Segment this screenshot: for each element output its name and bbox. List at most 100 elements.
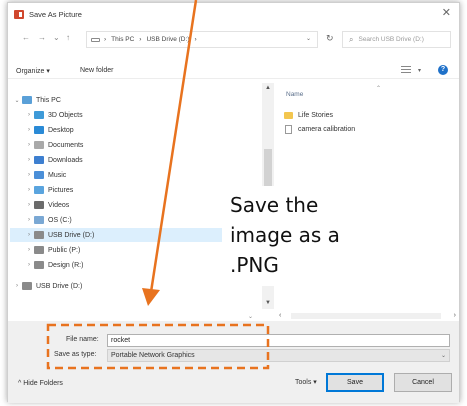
sidebar-item-label: Downloads bbox=[48, 156, 83, 164]
sidebar-item-3d-objects[interactable]: › 3D Objects bbox=[10, 108, 260, 122]
sort-arrow-icon: ⌃ bbox=[376, 86, 382, 92]
breadcrumb-usb-drive[interactable]: USB Drive (D:) bbox=[146, 36, 189, 43]
chevron-right-icon[interactable]: › bbox=[24, 157, 34, 163]
sidebar-item-label: Music bbox=[48, 171, 67, 179]
search-placeholder: Search USB Drive (D:) bbox=[358, 36, 424, 43]
breadcrumb-this-pc[interactable]: This PC bbox=[111, 36, 134, 43]
usb-drive-icon bbox=[34, 231, 44, 239]
network-drive-icon bbox=[34, 261, 44, 269]
chevron-right-icon[interactable]: › bbox=[24, 202, 34, 208]
chevron-down-icon[interactable]: ⌄ bbox=[12, 97, 22, 104]
chevron-right-icon[interactable]: › bbox=[24, 172, 34, 178]
sidebar-item-label: 3D Objects bbox=[48, 111, 83, 119]
sidebar-item-label: USB Drive (D:) bbox=[48, 231, 95, 239]
breadcrumb-sep: › bbox=[194, 36, 197, 43]
address-bar[interactable]: › This PC › USB Drive (D:) › ⌄ bbox=[86, 31, 318, 48]
folder-icon bbox=[284, 111, 293, 119]
sidebar-item-downloads[interactable]: › Downloads bbox=[10, 153, 260, 167]
cube-icon bbox=[34, 111, 44, 119]
save-as-type-value: Portable Network Graphics bbox=[111, 352, 195, 359]
breadcrumb-sep: › bbox=[104, 36, 107, 43]
view-options-icon[interactable] bbox=[401, 66, 411, 74]
up-arrow-icon[interactable]: ↑ bbox=[66, 33, 70, 42]
tools-menu-button[interactable]: Tools ▾ bbox=[295, 378, 317, 386]
command-toolbar: Organize ▾ New folder ▾ ? bbox=[8, 63, 459, 79]
dialog-footer: ^ Hide Folders Tools ▾ Save Cancel bbox=[8, 365, 459, 403]
music-icon bbox=[34, 171, 44, 179]
download-icon bbox=[34, 156, 44, 164]
sidebar-item-label: OS (C:) bbox=[48, 216, 72, 224]
chevron-right-icon[interactable]: › bbox=[24, 142, 34, 148]
scroll-right-icon[interactable]: › bbox=[454, 312, 456, 319]
file-label: Life Stories bbox=[298, 111, 334, 119]
chevron-right-icon[interactable]: › bbox=[24, 262, 34, 268]
pane-toggle-icon[interactable]: ⌄ bbox=[248, 313, 253, 320]
sidebar-item-label: Documents bbox=[48, 141, 84, 149]
scroll-left-icon[interactable]: ‹ bbox=[279, 312, 281, 319]
video-icon bbox=[34, 201, 44, 209]
address-row: ← → ⌄ ↑ › This PC › USB Drive (D:) › ⌄ ↻… bbox=[8, 31, 459, 49]
forward-arrow-icon[interactable]: → bbox=[38, 33, 46, 42]
title-bar: Save As Picture ✕ bbox=[8, 3, 459, 25]
computer-icon bbox=[22, 96, 32, 104]
save-as-type-select[interactable]: Portable Network Graphics ⌄ bbox=[107, 349, 450, 362]
save-as-type-label: Save as type: bbox=[54, 351, 97, 358]
sidebar-item-label: Videos bbox=[48, 201, 70, 209]
pictures-icon bbox=[34, 186, 44, 194]
search-input[interactable]: ⌕ Search USB Drive (D:) bbox=[342, 31, 451, 48]
organize-menu-button[interactable]: Organize ▾ bbox=[16, 67, 50, 75]
window-title: Save As Picture bbox=[29, 9, 82, 19]
hide-folders-button[interactable]: ^ Hide Folders bbox=[18, 380, 63, 387]
help-icon[interactable]: ? bbox=[438, 65, 448, 75]
chevron-right-icon[interactable]: › bbox=[24, 217, 34, 223]
usb-drive-icon bbox=[22, 282, 32, 290]
chevron-right-icon[interactable]: › bbox=[12, 283, 22, 289]
list-item-file[interactable]: camera calibration bbox=[284, 123, 355, 135]
sidebar-item-label: Public (P:) bbox=[48, 246, 81, 254]
document-icon bbox=[34, 141, 44, 149]
powerpoint-app-icon bbox=[14, 9, 24, 19]
sidebar-item-label: Pictures bbox=[48, 186, 74, 194]
file-icon bbox=[285, 124, 292, 134]
sidebar-item-desktop[interactable]: › Desktop bbox=[10, 123, 260, 137]
view-dropdown-icon[interactable]: ▾ bbox=[418, 67, 421, 74]
sidebar-item-documents[interactable]: › Documents bbox=[10, 138, 260, 152]
save-button[interactable]: Save bbox=[326, 373, 384, 392]
file-name-input[interactable]: rocket bbox=[107, 334, 450, 347]
drive-icon bbox=[34, 216, 44, 224]
sidebar-item-music[interactable]: › Music bbox=[10, 168, 260, 182]
chevron-down-icon[interactable]: ⌄ bbox=[306, 35, 311, 42]
chevron-right-icon[interactable]: › bbox=[24, 232, 34, 238]
chevron-right-icon[interactable]: › bbox=[24, 127, 34, 133]
sidebar-item-label: USB Drive (D:) bbox=[36, 282, 83, 290]
cancel-button[interactable]: Cancel bbox=[394, 373, 452, 392]
refresh-icon[interactable]: ↻ bbox=[326, 33, 334, 44]
close-icon[interactable]: ✕ bbox=[442, 7, 451, 19]
chevron-right-icon[interactable]: › bbox=[24, 112, 34, 118]
horizontal-scroll-track[interactable] bbox=[291, 313, 441, 319]
scroll-up-icon[interactable]: ▲ bbox=[265, 85, 271, 91]
breadcrumb-sep: › bbox=[139, 36, 142, 43]
scroll-down-icon[interactable]: ▼ bbox=[265, 300, 271, 306]
drive-icon bbox=[91, 37, 100, 42]
sidebar-item-label: This PC bbox=[36, 96, 61, 104]
sidebar-item-label: Design (R:) bbox=[48, 261, 84, 269]
back-arrow-icon[interactable]: ← bbox=[22, 33, 30, 42]
list-item-folder[interactable]: Life Stories bbox=[284, 109, 333, 121]
chevron-down-icon: ⌄ bbox=[440, 353, 446, 359]
file-name-label: File name: bbox=[66, 336, 99, 343]
desktop-icon bbox=[34, 126, 44, 134]
search-icon: ⌕ bbox=[349, 34, 354, 44]
save-fields-area: File name: rocket Save as type: Portable… bbox=[8, 321, 459, 365]
file-label: camera calibration bbox=[298, 125, 356, 133]
file-name-value: rocket bbox=[111, 337, 131, 344]
new-folder-button[interactable]: New folder bbox=[80, 67, 113, 74]
sidebar-item-this-pc[interactable]: ⌄ This PC bbox=[10, 93, 260, 107]
network-drive-icon bbox=[34, 246, 44, 254]
annotation-text: Save the image as a .PNG bbox=[230, 193, 340, 277]
chevron-right-icon[interactable]: › bbox=[24, 247, 34, 253]
column-header-name[interactable]: Name bbox=[286, 91, 303, 98]
chevron-right-icon[interactable]: › bbox=[24, 187, 34, 193]
sidebar-item-label: Desktop bbox=[48, 126, 74, 134]
recent-locations-icon[interactable]: ⌄ bbox=[53, 33, 60, 42]
